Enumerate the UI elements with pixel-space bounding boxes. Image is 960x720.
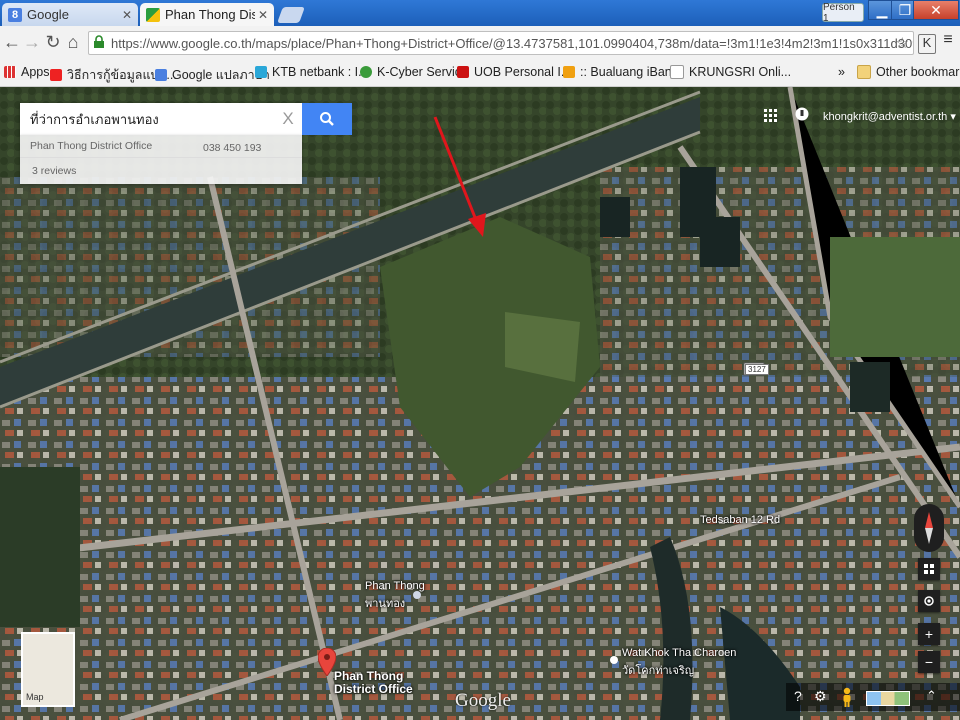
close-tab-icon[interactable]: ✕ bbox=[122, 8, 132, 22]
uob-icon bbox=[457, 66, 469, 78]
bookmark-apps[interactable]: Apps bbox=[4, 65, 50, 79]
compass-icon bbox=[925, 512, 933, 544]
other-bookmarks[interactable]: Other bookmarks bbox=[857, 65, 960, 79]
temple-label[interactable]: Wat Khok Tha Charoen bbox=[622, 647, 736, 659]
tab-title: Google bbox=[27, 7, 69, 22]
bookmark-item[interactable]: :: Bualuang iBan... bbox=[563, 65, 682, 79]
bookmark-item[interactable]: Google แปลภาษา bbox=[155, 65, 270, 85]
title-bar: 8 Google ✕ Phan Thong District ( ✕ Perso… bbox=[0, 0, 960, 26]
forward-button[interactable]: → bbox=[22, 32, 42, 53]
imagery-thumbnails[interactable] bbox=[866, 691, 910, 706]
temple-poi-icon[interactable] bbox=[610, 656, 618, 664]
back-button[interactable]: ← bbox=[2, 32, 22, 53]
bualuang-icon bbox=[563, 66, 575, 78]
extension-k-icon[interactable]: K bbox=[918, 34, 936, 54]
address-bar[interactable]: https://www.google.co.th/maps/place/Phan… bbox=[88, 31, 914, 55]
close-window-button[interactable]: ✕ bbox=[913, 0, 959, 20]
road-label: Tedsaban 12 Rd bbox=[700, 514, 781, 526]
apps-grid-icon[interactable] bbox=[764, 109, 778, 126]
temple-label-thai: วัดโคกท่าเจริญ bbox=[622, 665, 695, 677]
chevron-down-icon: ▾ bbox=[950, 111, 956, 123]
bookmark-label: KRUNGSRI Onli... bbox=[689, 65, 792, 79]
place-card[interactable]: Phan Thong District Office 038 450 193 3… bbox=[20, 135, 302, 184]
bookmark-item[interactable]: UOB Personal I... bbox=[457, 65, 571, 79]
bookmark-star-icon[interactable]: ☆ bbox=[896, 34, 909, 52]
bookmark-label: K-Cyber Service bbox=[377, 65, 468, 79]
bookmark-label: UOB Personal I... bbox=[474, 65, 572, 79]
google-icon bbox=[155, 69, 167, 81]
town-label-thai: พานทอง bbox=[365, 598, 406, 610]
place-reviews-link[interactable]: 3 reviews bbox=[32, 165, 76, 177]
youtube-icon bbox=[50, 69, 62, 81]
route-shield: 3127 bbox=[745, 364, 769, 375]
pegman-icon[interactable] bbox=[841, 687, 853, 707]
photo-sphere-icon[interactable] bbox=[918, 558, 940, 580]
home-button[interactable]: ⌂ bbox=[63, 32, 83, 53]
search-box[interactable]: ที่ว่าการอำเภอพานทอง X bbox=[20, 103, 302, 135]
clear-search-icon[interactable]: X bbox=[274, 109, 302, 129]
tab-google[interactable]: 8 Google ✕ bbox=[2, 3, 138, 26]
pin-label-line2: District Office bbox=[334, 682, 413, 696]
tab-phan-thong[interactable]: Phan Thong District ( ✕ bbox=[140, 3, 274, 26]
profile-button[interactable]: Person 1 bbox=[822, 2, 864, 24]
zoom-in-button[interactable]: + bbox=[918, 623, 940, 645]
bookmark-item[interactable]: KTB netbank : I... bbox=[255, 65, 369, 79]
map-view-toggle[interactable]: Map bbox=[21, 632, 75, 707]
google-favicon-icon: 8 bbox=[8, 7, 22, 22]
other-bookmarks-label: Other bookmarks bbox=[876, 65, 960, 79]
place-name[interactable]: Phan Thong District Office bbox=[30, 140, 152, 152]
bookmarks-bar: Apps วิธีการกู้ข้อมูลแบบ... Google แปลภา… bbox=[0, 61, 960, 87]
reload-button[interactable]: ↻ bbox=[43, 32, 63, 53]
menu-icon[interactable]: ≡ bbox=[940, 31, 956, 49]
chevron-up-icon[interactable]: ⌃ bbox=[926, 688, 937, 704]
bookmark-label: KTB netbank : I... bbox=[272, 65, 369, 79]
folder-icon bbox=[857, 65, 871, 79]
search-icon bbox=[320, 112, 334, 126]
notifications-icon[interactable] bbox=[795, 107, 809, 126]
pin-label[interactable]: Phan Thong District Office bbox=[334, 670, 413, 696]
crosshair-icon bbox=[924, 596, 934, 606]
account-email[interactable]: khongkrit@adventist.or.th ▾ bbox=[823, 110, 956, 123]
compass-control[interactable] bbox=[914, 504, 944, 552]
page-icon bbox=[670, 65, 684, 79]
town-poi-icon[interactable] bbox=[413, 591, 421, 599]
satellite-map[interactable]: ที่ว่าการอำเภอพานทอง X Phan Thong Distri… bbox=[0, 87, 960, 720]
kbank-icon bbox=[360, 66, 372, 78]
map-bottom-bar: ? ⚙ ⌃ bbox=[786, 683, 960, 711]
bookmark-item[interactable]: KRUNGSRI Onli... bbox=[670, 65, 791, 79]
apps-grid-icon bbox=[4, 66, 16, 78]
search-button[interactable] bbox=[302, 103, 352, 135]
map-toggle-label: Map bbox=[26, 692, 44, 702]
my-location-button[interactable] bbox=[918, 590, 940, 612]
help-icon[interactable]: ? bbox=[794, 688, 802, 704]
bookmark-label: :: Bualuang iBan... bbox=[580, 65, 683, 79]
lock-icon bbox=[93, 35, 107, 51]
close-tab-icon[interactable]: ✕ bbox=[258, 8, 268, 22]
maps-favicon-icon bbox=[146, 7, 160, 22]
browser-toolbar: ← → ↻ ⌂ https://www.google.co.th/maps/pl… bbox=[0, 26, 960, 62]
divider bbox=[20, 157, 302, 158]
search-input[interactable]: ที่ว่าการอำเภอพานทอง bbox=[20, 109, 274, 130]
zoom-out-button[interactable]: − bbox=[918, 651, 940, 673]
tab-title: Phan Thong District ( bbox=[165, 7, 255, 22]
bookmark-label: Apps bbox=[21, 65, 50, 79]
google-watermark: Google bbox=[455, 690, 511, 711]
bookmark-item[interactable]: K-Cyber Service bbox=[360, 65, 468, 79]
account-label: khongkrit@adventist.or.th bbox=[823, 111, 948, 123]
url-text: https://www.google.co.th/maps/place/Phan… bbox=[111, 35, 913, 51]
new-tab-button[interactable] bbox=[277, 7, 305, 23]
settings-gear-icon[interactable]: ⚙ bbox=[814, 688, 827, 705]
place-phone: 038 450 193 bbox=[203, 142, 262, 154]
bookmarks-overflow-button[interactable]: » bbox=[838, 65, 845, 79]
ktb-icon bbox=[255, 66, 267, 78]
